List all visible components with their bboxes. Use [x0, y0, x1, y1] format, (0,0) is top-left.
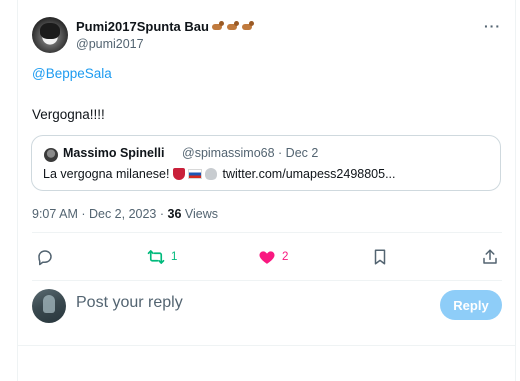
tweet-meta: 9:07 AM · Dec 2, 2023 · 36 Views — [32, 207, 218, 221]
reply-icon — [38, 250, 52, 266]
like-count: 2 — [282, 251, 289, 263]
quoted-link: twitter.com/umapess2498805... — [222, 167, 396, 181]
mask-emoji — [173, 168, 186, 180]
bookmark-icon — [374, 249, 386, 265]
retweet-icon — [147, 250, 165, 264]
author-name-text: Pumi2017Spunta Bau — [76, 19, 209, 34]
tweet-text: Vergogna!!!! — [32, 107, 105, 122]
russia-flag-emoji — [188, 169, 203, 179]
retweet-button[interactable]: 1 — [147, 246, 177, 268]
quoted-text: La vergogna milanese! twitter.com/umapes… — [43, 167, 396, 181]
dog-emoji — [225, 20, 239, 33]
mention-link[interactable]: @BeppeSala — [32, 66, 112, 81]
more-options-button[interactable]: ··· — [484, 18, 501, 34]
divider — [32, 280, 502, 281]
quoted-handle-date: @spimassimo68 · Dec 2 — [182, 146, 319, 160]
author-avatar[interactable] — [32, 17, 68, 53]
tweet-detail-panel: Pumi2017Spunta Bau @pumi2017 ··· @BeppeS… — [17, 0, 516, 381]
quoted-author-avatar — [44, 148, 58, 162]
views-count: 36 — [167, 207, 182, 221]
reply-input[interactable] — [76, 294, 436, 312]
author-handle[interactable]: @pumi2017 — [76, 37, 144, 51]
timestamp[interactable]: 9:07 AM · Dec 2, 2023 · — [32, 207, 168, 221]
heart-filled-icon — [259, 251, 275, 264]
more-horizontal-icon: ··· — [484, 18, 501, 34]
author-display-name[interactable]: Pumi2017Spunta Bau — [76, 19, 254, 34]
quoted-tweet-card[interactable]: Massimo Spinelli @spimassimo68 · Dec 2 L… — [31, 135, 501, 191]
dog-avatar-figure — [40, 23, 60, 39]
like-button[interactable]: 2 — [258, 246, 288, 268]
share-button[interactable] — [481, 246, 499, 268]
retweet-count: 1 — [171, 251, 178, 263]
quoted-author-name: Massimo Spinelli — [63, 146, 165, 160]
divider — [18, 345, 515, 346]
divider — [32, 232, 502, 233]
dog-emoji — [240, 20, 254, 33]
bookmark-button[interactable] — [371, 246, 389, 268]
current-user-avatar[interactable] — [32, 289, 66, 323]
quoted-text-body: La vergogna milanese! — [43, 167, 170, 181]
dog-emoji — [210, 20, 224, 33]
reply-submit-button[interactable]: Reply — [440, 290, 502, 320]
reply-button[interactable] — [36, 246, 60, 268]
skull-emoji — [205, 168, 218, 180]
views-label: Views — [181, 207, 218, 221]
share-icon — [483, 249, 497, 264]
